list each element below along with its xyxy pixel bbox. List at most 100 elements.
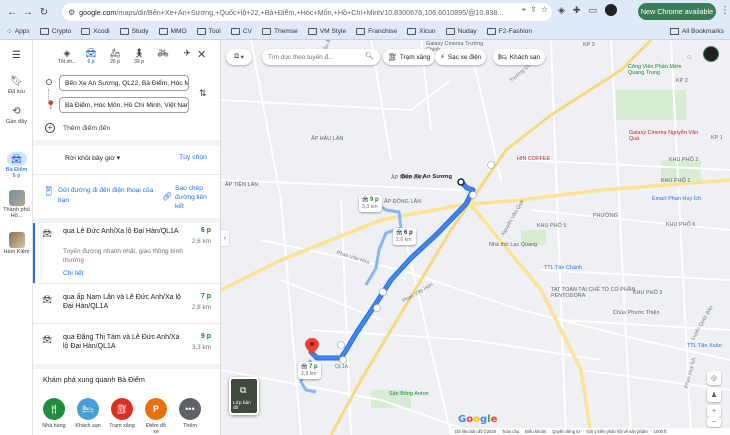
category-hotels[interactable]: 🛏︎ Khách sạn <box>75 398 101 435</box>
new-chrome-button[interactable]: New Chrome available <box>638 3 716 20</box>
mode-car[interactable]: 🚘︎ 6 p <box>79 48 103 65</box>
all-bookmarks[interactable]: All Bookmarks <box>669 28 724 35</box>
extensions-icon[interactable]: ◈ <box>558 5 565 16</box>
location-icon[interactable]: ⌖ <box>522 5 527 15</box>
map-layers-button[interactable]: ⧉ Lớp bản đồ <box>229 377 259 415</box>
rail-recent[interactable]: ⟲ Gần đây <box>0 106 33 125</box>
globe-link[interactable]: Toàn cầu <box>502 429 519 434</box>
depart-now-dropdown[interactable]: Rời khỏi bây giờ ▾ <box>65 154 120 162</box>
route-box-time: 9 p <box>370 197 379 203</box>
category-more[interactable]: ••• Thêm <box>177 398 203 435</box>
street-view-button[interactable]: ♟ <box>707 388 721 402</box>
feedback-link[interactable]: Gửi ý kiến phản hồi về sản phẩm <box>586 429 647 434</box>
mode-best[interactable]: ◈ Tốt nh... <box>55 48 79 65</box>
map-label-poi[interactable]: Sân Bóng Anton <box>389 391 429 397</box>
category-gas[interactable]: ⛽︎ Trạm xăng <box>109 398 135 435</box>
map-label-poi[interactable]: Emart Phan Huy Ích <box>652 196 701 202</box>
map-label-poi[interactable]: TAT TOÀN TÁI CHẾ TỔ CỔ PHẦN PENTODORA <box>551 287 641 299</box>
bookmark-folder[interactable]: Franchise <box>356 28 397 35</box>
route-box-alt-1[interactable]: 🚘︎ 9 p 3,3 km <box>359 195 382 213</box>
history-icon: ⟲ <box>12 106 21 117</box>
send-to-phone-link[interactable]: Gửi đường đi đến điện thoại của bạn <box>58 186 158 205</box>
reload-icon[interactable]: ↻ <box>36 4 52 20</box>
map-label-poi[interactable]: HIN COFFEE <box>517 156 550 162</box>
collapse-panel-button[interactable]: ‹ <box>221 229 230 247</box>
address-bar[interactable]: ⚙ google.com/maps/dir/Bến+Xe+An+Sương,+Q… <box>62 3 552 21</box>
my-location-button[interactable]: ◎ <box>707 371 721 385</box>
folder-icon <box>669 28 679 35</box>
terms-link[interactable]: Điều khoản <box>525 429 546 434</box>
map-label-park[interactable]: Công Viên Phần Mềm Quang Trung <box>628 64 698 76</box>
back-icon[interactable]: ← <box>4 4 20 20</box>
google-apps-icon[interactable]: ⁘ <box>686 53 693 62</box>
route-box-main[interactable]: 🚘︎ 6 p 2,6 km <box>393 228 416 246</box>
route-box-time: 7 p <box>309 364 318 370</box>
destination-input[interactable]: Bà Điểm, Hóc Môn, Hồ Chí Minh, Việt Nam <box>59 97 189 113</box>
bookmark-folder[interactable]: Study <box>119 28 149 35</box>
copy-link-button[interactable]: Sao chép đường liên kết <box>175 184 215 212</box>
bookmark-folder[interactable]: Xcodi <box>81 28 110 35</box>
route-options-button[interactable]: Tùy chọn <box>179 154 207 161</box>
star-icon[interactable]: ☆ <box>541 5 548 15</box>
category-restaurants[interactable]: 🍴︎ Nhà hàng <box>41 398 67 435</box>
rail-current-route[interactable]: 🚘︎ Bà Điểm 6 p <box>0 152 33 180</box>
folder-icon <box>119 28 129 35</box>
route-option-1[interactable]: 🚘︎ qua Lê Đức Anh/Xa lộ Đại Hàn/QL1A 6 p… <box>33 223 220 283</box>
map-label-poi[interactable]: Galaxy Cinema Nguyễn Văn Quá <box>629 130 699 142</box>
mode-walk[interactable]: 🚶︎ 39 p <box>127 48 151 65</box>
mode-flight[interactable]: ✈ <box>175 48 199 65</box>
browser-menu-icon[interactable]: ⋮ <box>720 5 730 16</box>
puzzle-icon[interactable]: ✚ <box>573 5 581 16</box>
chip-hotels[interactable]: 🛏︎ Khách sạn <box>493 49 546 65</box>
swap-icon[interactable]: ⇅ <box>199 88 207 99</box>
forward-icon[interactable]: → <box>20 4 36 20</box>
route-box-alt-2[interactable]: 🚘︎ 7 p 2,8 km <box>298 362 321 380</box>
account-avatar[interactable] <box>703 46 719 62</box>
start-location-input[interactable]: Bến Xe An Sương, QL22, Bà Điểm, Hóc Môn <box>59 75 189 91</box>
bookmark-folder[interactable]: Xicun <box>407 28 436 35</box>
chip-gas-stations[interactable]: ⛽︎ Trạm xăng <box>383 49 436 65</box>
rail-saved[interactable]: 🔖︎ Đã lưu <box>0 76 33 95</box>
bookmark-folder[interactable]: CV <box>230 28 252 35</box>
route-box-distance: 2,6 km <box>396 237 412 244</box>
route-option-2[interactable]: 🚘︎ qua ấp Nam Lân và Lê Đức Anh/Xa lộ Đạ… <box>33 289 220 321</box>
menu-button[interactable]: ☰ <box>0 50 33 63</box>
zoom-out-button[interactable]: − <box>707 417 721 427</box>
map-canvas[interactable]: ẤP HẬU LÂN ẤP TIỀN LÂN ẤP ĐÔNG LÂN ẤP NA… <box>221 40 730 435</box>
bookmark-apps[interactable]: ⁘ Apps <box>6 27 30 36</box>
search-along-route-input[interactable]: Tìm dọc theo tuyến đ... 🔍︎ <box>262 49 380 65</box>
profile-avatar[interactable] <box>604 4 617 16</box>
bookmark-folder[interactable]: Nuday <box>445 28 477 35</box>
map-label-poi[interactable]: TTL Tân Xuân <box>687 343 722 349</box>
rail-recent-place-hamkiem[interactable]: Hàm Kiệm <box>0 232 33 255</box>
route-time: 7 p <box>200 293 211 300</box>
map-layer-toggle[interactable]: ⧉ ▾ <box>226 49 252 65</box>
route-option-3[interactable]: 🚘︎ qua Đặng Thị Tám và Lê Đức Anh/Xa lộ … <box>33 329 220 361</box>
bookmark-folder[interactable]: Tool <box>196 28 221 35</box>
category-parking[interactable]: P Điểm đỗ xe <box>143 398 169 435</box>
hamburger-icon: ☰ <box>12 50 21 61</box>
route-box-time: 6 p <box>404 230 413 236</box>
map-label-bus-station[interactable]: Bến Xe An Sương <box>401 174 452 180</box>
site-info-icon[interactable]: ⚙ <box>68 8 75 17</box>
route-details-link[interactable]: Chi tiết <box>63 270 84 277</box>
mode-bike[interactable]: 🚲︎ <box>151 48 175 65</box>
sidebar-icon[interactable]: ▭ <box>588 5 597 16</box>
rail-recent-place-hcm[interactable]: Thành phố Hồ... <box>0 190 33 220</box>
chip-ev-charging[interactable]: ⚡︎ Sạc xe điện <box>435 49 487 65</box>
bookmark-folder[interactable]: F2-Fashion <box>486 28 532 35</box>
bookmark-folder[interactable]: Crypto <box>39 28 71 35</box>
scale-bar[interactable]: 1000 ft <box>654 429 667 434</box>
bookmark-folder[interactable]: VM Style <box>307 28 346 35</box>
map-label-poi[interactable]: TTL Tân Chánh <box>544 265 619 271</box>
map-label-poi[interactable]: Chùa Phước Thiện <box>613 310 660 316</box>
privacy-link[interactable]: Quyền riêng tư <box>552 429 580 434</box>
bookmark-folder[interactable]: Themse <box>261 28 298 35</box>
close-directions-icon[interactable]: ✕ <box>197 48 206 61</box>
map-label-poi[interactable]: Nhà thờ Lạc Quang <box>489 242 537 248</box>
bookmark-folder[interactable]: MMO <box>158 28 187 35</box>
share-icon[interactable]: ⇪ <box>530 5 537 15</box>
add-destination-button[interactable]: + Thêm điểm đến <box>45 123 110 133</box>
zoom-in-button[interactable]: + <box>707 405 721 417</box>
mode-motorbike[interactable]: 🛵︎ 26 p <box>103 48 127 65</box>
